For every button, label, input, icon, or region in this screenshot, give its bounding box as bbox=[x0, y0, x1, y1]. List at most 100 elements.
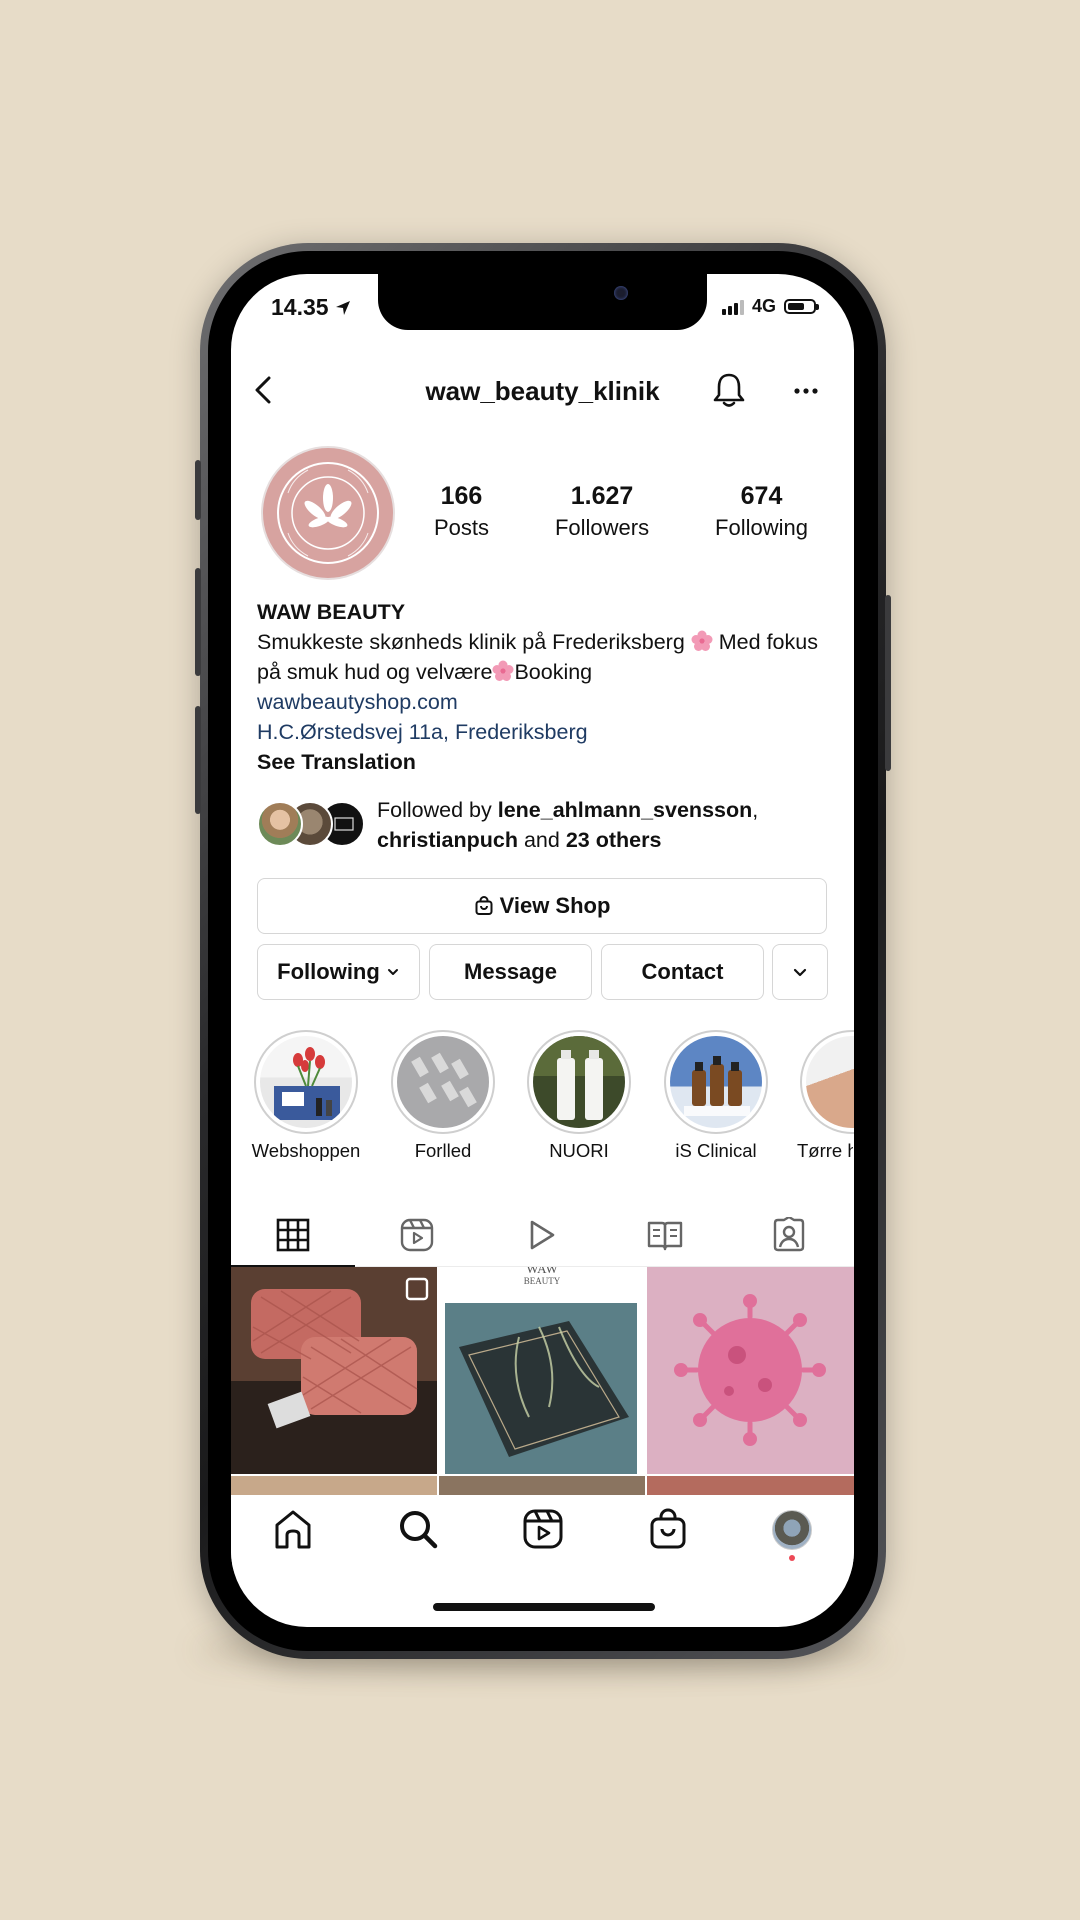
highlight-ring bbox=[800, 1030, 854, 1134]
highlight-ring bbox=[391, 1030, 495, 1134]
following-button-label: Following bbox=[277, 959, 380, 984]
view-shop-label: View Shop bbox=[499, 893, 611, 918]
shopping-bag-icon bbox=[475, 896, 493, 915]
bio-website-link[interactable]: wawbeautyshop.com bbox=[257, 687, 837, 717]
followed-by-others: 23 others bbox=[565, 828, 662, 852]
profile-tab-avatar[interactable] bbox=[772, 1510, 812, 1550]
followed-by-separator: , bbox=[752, 798, 759, 822]
highlight-ring bbox=[664, 1030, 768, 1134]
followed-by-text: Followed by lene_ahlmann_svensson, chris… bbox=[377, 795, 837, 855]
highlight-label: Forlled bbox=[414, 1140, 472, 1161]
video-play-icon bbox=[530, 1220, 555, 1250]
followed-by-user-2: christianpuch bbox=[377, 828, 518, 852]
highlight-label: Tørre h bbox=[797, 1140, 853, 1161]
followed-by-and: and bbox=[523, 828, 560, 852]
posts-label: Posts bbox=[433, 515, 489, 540]
post-thumbnail-2[interactable]: WAW BEAUTY bbox=[439, 1267, 645, 1474]
front-camera bbox=[614, 286, 628, 300]
profile-display-name: WAW BEAUTY bbox=[257, 600, 406, 624]
notification-dot bbox=[789, 1555, 795, 1561]
location-arrow-icon bbox=[335, 300, 350, 315]
follower-avatar-1 bbox=[257, 801, 303, 847]
highlight-label: NUORI bbox=[549, 1140, 609, 1161]
shop-bag-icon[interactable] bbox=[646, 1507, 690, 1551]
waw-beauty-logo bbox=[277, 462, 379, 564]
phone-screen: 14.35 4G waw_beauty_klinik 166 Posts 1.6… bbox=[231, 274, 854, 1627]
battery-icon bbox=[784, 299, 819, 314]
profile-stats: 166 Posts 1.627 Followers 674 Following bbox=[401, 482, 841, 541]
more-options-icon[interactable] bbox=[791, 376, 821, 406]
view-shop-button[interactable]: View Shop bbox=[257, 878, 827, 934]
see-translation-link[interactable]: See Translation bbox=[257, 747, 837, 777]
bio-text-1: Smukkeste skønheds klinik på Frederiksbe… bbox=[257, 630, 685, 654]
tab-posts-grid[interactable] bbox=[231, 1204, 355, 1267]
contact-button[interactable]: Contact bbox=[601, 944, 764, 1000]
guides-icon bbox=[647, 1221, 683, 1251]
tulips-image-icon bbox=[274, 1047, 340, 1120]
highlight-cover bbox=[260, 1036, 352, 1128]
stat-followers[interactable]: 1.627 Followers bbox=[555, 482, 649, 541]
post-thumbnail-1[interactable] bbox=[231, 1267, 437, 1474]
bottom-navigation bbox=[231, 1495, 854, 1571]
stat-following[interactable]: 674 Following bbox=[715, 482, 808, 541]
chevron-down-icon bbox=[387, 969, 398, 975]
phone-power-button bbox=[885, 595, 891, 771]
status-time-text: 14.35 bbox=[271, 294, 329, 320]
tab-videos[interactable] bbox=[479, 1204, 603, 1266]
profile-username: waw_beauty_klinik bbox=[425, 376, 660, 406]
nuori-bottles-image-icon bbox=[533, 1036, 625, 1120]
notification-bell-icon[interactable] bbox=[709, 370, 749, 410]
followers-count: 1.627 bbox=[570, 482, 634, 510]
highlight-cover bbox=[533, 1036, 625, 1128]
virus-illustration-icon bbox=[674, 1294, 826, 1446]
highlight-webshoppen[interactable]: Webshoppen bbox=[251, 1030, 361, 1162]
following-count: 674 bbox=[740, 482, 783, 510]
highlight-label: Webshoppen bbox=[251, 1140, 361, 1161]
phone-volume-down bbox=[195, 706, 201, 814]
skincare-box-image-icon bbox=[445, 1303, 637, 1474]
product-grid-image-icon bbox=[411, 1052, 477, 1108]
message-button[interactable]: Message bbox=[429, 944, 592, 1000]
cherry-blossom-icon bbox=[492, 660, 514, 681]
post-thumbnail-3[interactable] bbox=[647, 1267, 854, 1474]
following-label: Following bbox=[715, 515, 808, 540]
status-indicators: 4G bbox=[721, 296, 819, 317]
reels-icon bbox=[400, 1218, 434, 1252]
serum-bottles-image-icon bbox=[684, 1056, 750, 1116]
home-icon[interactable] bbox=[271, 1507, 315, 1551]
status-time: 14.35 bbox=[271, 294, 351, 321]
tab-reels[interactable] bbox=[355, 1204, 479, 1266]
cherry-blossom-icon bbox=[691, 630, 713, 651]
signal-icon bbox=[721, 299, 744, 315]
grid-icon bbox=[276, 1218, 310, 1252]
reels-icon[interactable] bbox=[521, 1507, 565, 1551]
toiletry-bags-image-icon bbox=[251, 1277, 429, 1429]
contact-button-label: Contact bbox=[641, 959, 724, 984]
highlight-torre-hud[interactable]: Tørre h bbox=[797, 1030, 854, 1162]
profile-content-tabs bbox=[231, 1204, 854, 1267]
followed-by[interactable]: Followed by lene_ahlmann_svensson, chris… bbox=[257, 795, 837, 855]
highlight-nuori[interactable]: NUORI bbox=[524, 1030, 634, 1162]
highlight-cover bbox=[806, 1036, 854, 1128]
stat-posts[interactable]: 166 Posts bbox=[434, 482, 489, 541]
bio-address-link[interactable]: H.C.Ørstedsvej 11a, Frederiksberg bbox=[257, 717, 837, 747]
network-type: 4G bbox=[751, 296, 776, 316]
message-button-label: Message bbox=[464, 959, 557, 984]
suggested-accounts-button[interactable] bbox=[772, 944, 828, 1000]
phone-volume-up bbox=[195, 568, 201, 676]
bio-text: Smukkeste skønheds klinik på Frederiksbe… bbox=[257, 627, 837, 687]
highlight-ring bbox=[254, 1030, 358, 1134]
tab-guides[interactable] bbox=[603, 1204, 727, 1266]
following-button[interactable]: Following bbox=[257, 944, 420, 1000]
search-icon[interactable] bbox=[396, 1507, 440, 1551]
chevron-down-icon bbox=[793, 968, 807, 977]
home-indicator bbox=[433, 1603, 655, 1611]
highlight-forlled[interactable]: Forlled bbox=[388, 1030, 498, 1162]
profile-avatar[interactable] bbox=[261, 446, 395, 580]
highlight-cover bbox=[670, 1036, 762, 1128]
tab-tagged[interactable] bbox=[727, 1204, 851, 1266]
followed-by-user-1: lene_ahlmann_svensson bbox=[497, 798, 753, 822]
phone-silent-switch bbox=[195, 460, 201, 520]
highlight-is-clinical[interactable]: iS Clinical bbox=[661, 1030, 771, 1162]
bio-text-3: Booking bbox=[514, 660, 593, 684]
